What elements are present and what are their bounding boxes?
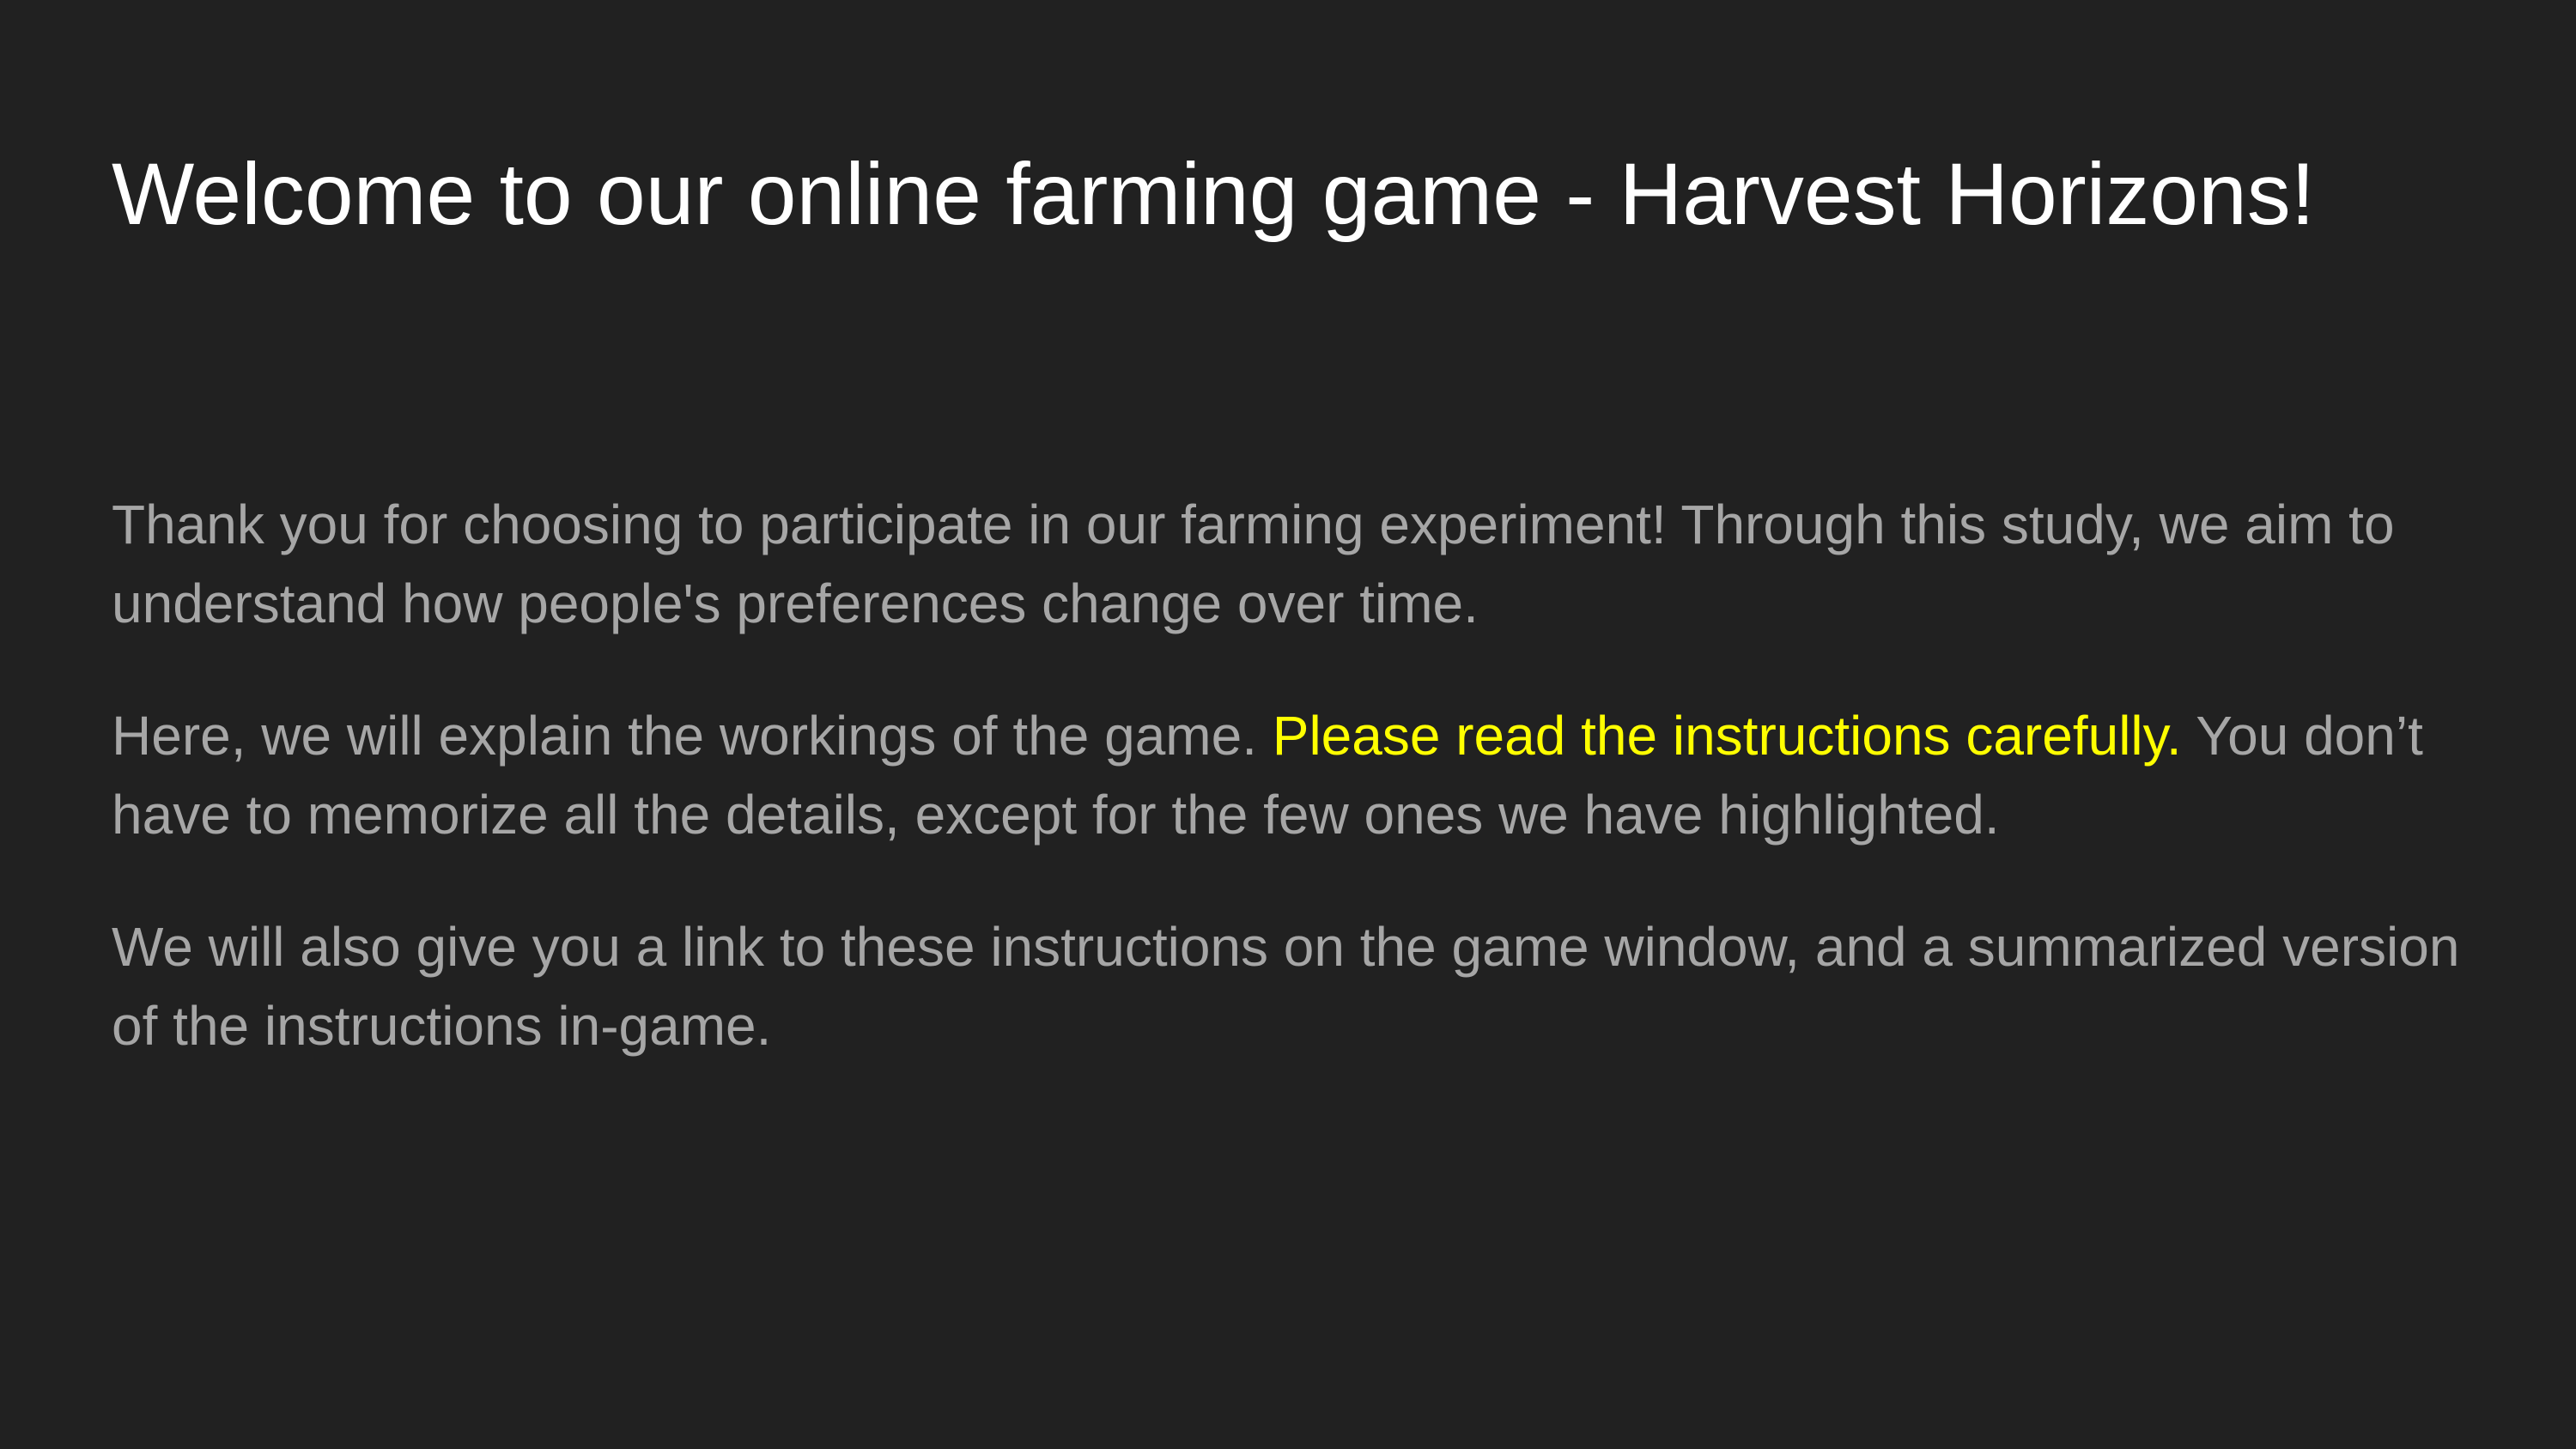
explanation-paragraph: Here, we will explain the workings of th…	[112, 696, 2482, 854]
page-title: Welcome to our online farming game - Har…	[112, 145, 2316, 243]
explanation-text-start: Here, we will explain the workings of th…	[112, 705, 1273, 767]
intro-paragraph: Thank you for choosing to participate in…	[112, 494, 2395, 634]
instructions-body: Thank you for choosing to participate in…	[112, 485, 2482, 1119]
highlighted-instruction: Please read the instructions carefully.	[1272, 705, 2182, 767]
link-info-paragraph: We will also give you a link to these in…	[112, 916, 2460, 1057]
instructions-slide: Welcome to our online farming game - Har…	[0, 0, 2576, 1449]
